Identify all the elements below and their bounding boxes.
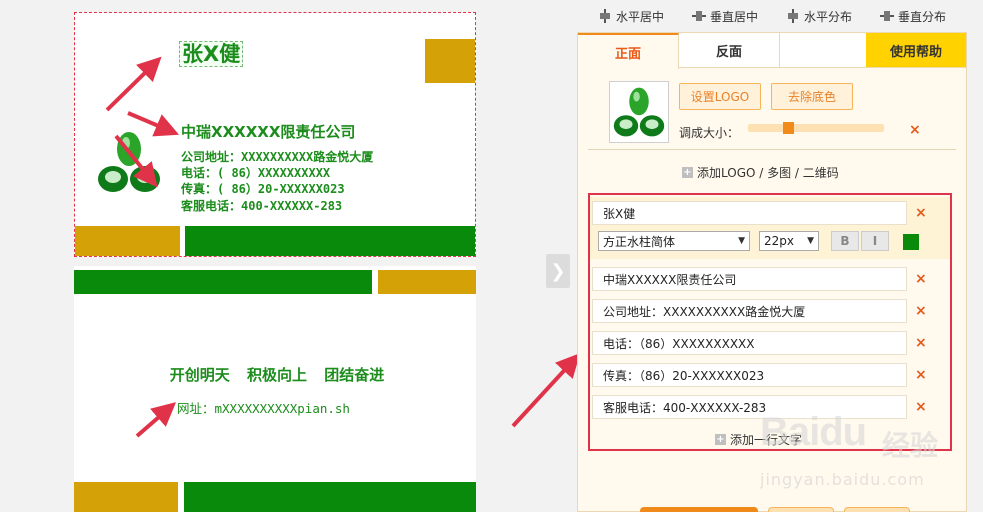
watermark-brand: Baidu xyxy=(760,410,867,454)
logo-thumbnail-icon xyxy=(613,87,665,137)
align-h-center-icon xyxy=(598,9,612,23)
tab-back[interactable]: 反面 xyxy=(679,33,780,67)
arrow-to-url xyxy=(135,402,177,438)
arrow-to-name xyxy=(105,56,162,112)
distribute-h-label: 水平分布 xyxy=(803,9,852,24)
baidu-jingyan-watermark: Baidu 经验 jingyan.baidu.com xyxy=(752,404,978,512)
distribute-v-icon xyxy=(879,9,894,23)
help-button[interactable]: 使用帮助 xyxy=(866,33,966,67)
plus-icon: + xyxy=(682,167,693,178)
align-h-center-button[interactable]: 水平居中 xyxy=(598,8,664,25)
resize-slider-track[interactable] xyxy=(748,124,884,132)
align-v-center-label: 垂直居中 xyxy=(709,9,758,24)
arrow-to-info xyxy=(114,134,158,188)
next-card-button[interactable]: ❯ xyxy=(546,254,570,288)
distribute-h-button[interactable]: 水平分布 xyxy=(786,8,852,25)
alignment-toolbar: 水平居中 垂直居中 水平分布 垂直分布 xyxy=(578,0,966,32)
distribute-v-button[interactable]: 垂直分布 xyxy=(879,8,946,25)
arrow-to-fields xyxy=(511,353,581,428)
save-button[interactable] xyxy=(640,507,758,512)
tab-front[interactable]: 正面 xyxy=(578,33,679,69)
add-logo-label: 添加LOGO / 多图 / 二维码 xyxy=(697,166,839,180)
distribute-v-label: 垂直分布 xyxy=(897,9,946,24)
remove-logo-icon[interactable]: × xyxy=(909,123,921,137)
chevron-right-icon: ❯ xyxy=(550,260,566,282)
resize-label: 调成大小： xyxy=(679,126,740,140)
align-h-center-label: 水平居中 xyxy=(615,9,664,24)
watermark-cn: 经验 xyxy=(882,429,939,462)
distribute-h-icon xyxy=(786,9,800,23)
side-tabs: 正面 反面 使用帮助 xyxy=(578,33,966,69)
set-logo-button[interactable]: 设置LOGO xyxy=(679,83,761,110)
resize-slider-handle[interactable] xyxy=(783,122,795,134)
watermark-url: jingyan.baidu.com xyxy=(760,470,925,489)
tab-spacer xyxy=(780,33,866,67)
align-v-center-button[interactable]: 垂直居中 xyxy=(691,8,758,25)
logo-thumbnail[interactable] xyxy=(609,81,669,143)
section-divider xyxy=(588,149,956,150)
add-logo-link[interactable]: + 添加LOGO / 多图 / 二维码 xyxy=(682,164,839,181)
remove-background-button[interactable]: 去除底色 xyxy=(771,83,853,110)
arrow-to-company xyxy=(127,111,180,137)
align-v-center-icon xyxy=(691,9,706,23)
